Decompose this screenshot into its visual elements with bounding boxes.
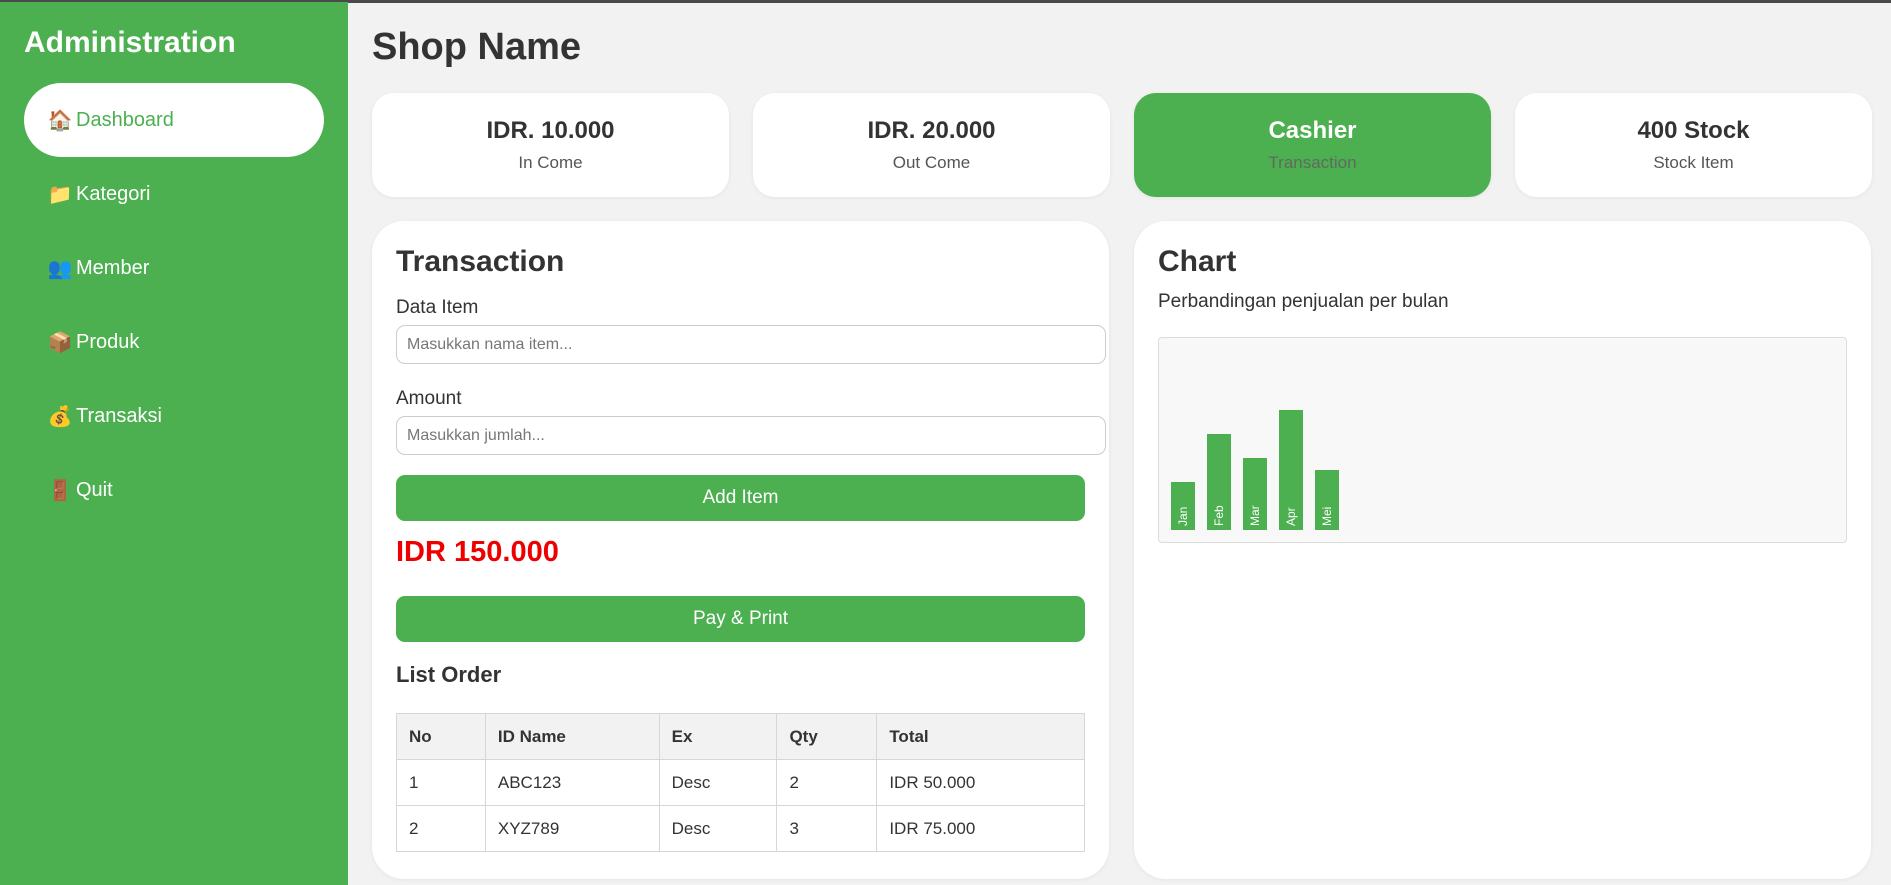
sidebar-item-label: Member [76,256,150,279]
table-header-row: No ID Name Ex Qty Total [396,713,1085,760]
table-cell: IDR 50.000 [876,759,1085,806]
stat-value: IDR. 20.000 [867,117,996,144]
chart-card: Chart Perbandingan penjualan per bulan J… [1134,221,1871,879]
table-cell: 2 [776,759,878,806]
column-header-total: Total [876,713,1085,760]
sidebar-item-label: Quit [76,478,113,501]
stat-card-outcome: IDR. 20.000 Out Come [753,93,1110,197]
transaction-card: Transaction Data Item Amount Add Item ID… [372,221,1109,879]
table-cell: IDR 75.000 [876,805,1085,852]
sidebar-title: Administration [24,26,236,59]
table-row: 2 XYZ789 Desc 3 IDR 75.000 [396,805,1085,852]
home-icon: 🏠 [47,109,73,132]
data-item-label: Data Item [396,297,479,318]
table-cell: ABC123 [484,759,660,806]
users-icon: 👥 [47,257,73,280]
sidebar: Administration 🏠 Dashboard 📁 Kategori 👥 … [0,2,348,885]
sidebar-item-kategori[interactable]: 📁 Kategori [24,157,324,231]
table-cell: XYZ789 [484,805,660,852]
column-header-no: No [396,713,486,760]
stat-label: Out Come [892,153,971,172]
bar-label-mar: Mar [1248,505,1262,526]
stat-card-cashier[interactable]: Cashier Transaction [1134,93,1491,197]
sidebar-item-label: Transaksi [76,404,162,427]
column-header-id-name: ID Name [484,713,660,760]
sidebar-item-dashboard[interactable]: 🏠 Dashboard [24,83,324,157]
pay-print-button[interactable]: Pay & Print [396,596,1085,642]
order-table: No ID Name Ex Qty Total 1 ABC123 Desc 2 … [396,713,1085,852]
add-item-button[interactable]: Add Item [396,475,1085,521]
stat-value: IDR. 10.000 [486,117,615,144]
bar-label-feb: Feb [1212,505,1226,526]
table-cell: Desc [658,805,778,852]
sidebar-item-produk[interactable]: 📦 Produk [24,305,324,379]
list-order-title: List Order [396,662,502,687]
sidebar-item-transaksi[interactable]: 💰 Transaksi [24,379,324,453]
sidebar-item-label: Dashboard [76,108,174,131]
column-header-ex: Ex [658,713,778,760]
bar-chart-svg: Jan Feb Mar Apr Mei [1171,410,1339,530]
data-item-input[interactable] [396,325,1106,364]
amount-input[interactable] [396,416,1106,455]
table-cell: Desc [658,759,778,806]
stat-value: Cashier [1268,117,1357,144]
table-row: 1 ABC123 Desc 2 IDR 50.000 [396,759,1085,806]
bar-label-jan: Jan [1176,507,1190,526]
table-cell: 1 [396,759,486,806]
stat-label: Transaction [1268,153,1357,172]
sidebar-item-quit[interactable]: 🚪 Quit [24,453,324,527]
folder-icon: 📁 [47,183,73,206]
total-amount: IDR 150.000 [396,536,559,568]
sidebar-item-label: Kategori [76,182,151,205]
sidebar-item-label: Produk [76,330,140,353]
door-icon: 🚪 [47,479,73,502]
sidebar-item-member[interactable]: 👥 Member [24,231,324,305]
stat-label: Stock Item [1653,153,1734,172]
main-content: Shop Name IDR. 10.000 In Come IDR. 20.00… [348,2,1891,885]
bar-label-apr: Apr [1284,507,1298,526]
page-title: Shop Name [372,26,582,68]
bar-label-mei: Mei [1320,507,1334,526]
sidebar-nav: 🏠 Dashboard 📁 Kategori 👥 Member 📦 Produk… [24,83,324,527]
stat-card-stock: 400 Stock Stock Item [1515,93,1872,197]
amount-label: Amount [396,388,462,409]
table-cell: 3 [776,805,878,852]
table-cell: 2 [396,805,486,852]
stat-card-income: IDR. 10.000 In Come [372,93,729,197]
stat-value: 400 Stock [1637,117,1750,144]
chart-title: Chart [1158,245,1237,278]
package-icon: 📦 [47,331,73,354]
transaction-title: Transaction [396,245,565,278]
money-bag-icon: 💰 [47,405,73,428]
stat-label: In Come [518,153,583,172]
column-header-qty: Qty [776,713,878,760]
bar-chart: Jan Feb Mar Apr Mei [1158,337,1847,543]
chart-subtitle: Perbandingan penjualan per bulan [1158,291,1449,312]
